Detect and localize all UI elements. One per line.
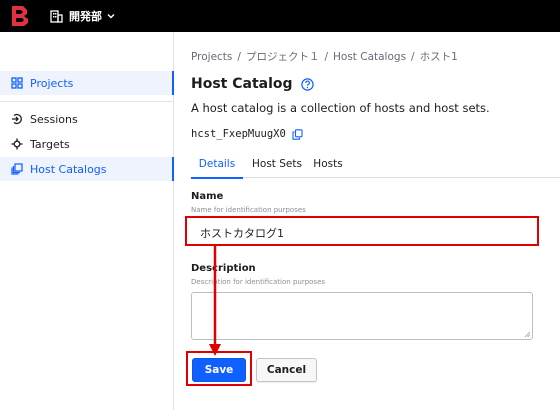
page-title: Host Catalog — [191, 76, 293, 92]
breadcrumb-project[interactable]: プロジェクト１ — [246, 51, 320, 63]
sessions-icon — [10, 113, 23, 126]
annotation-highlight-name — [185, 216, 539, 246]
tab-host-sets[interactable]: Host Sets — [245, 150, 309, 178]
boundary-logo-icon[interactable] — [10, 5, 30, 27]
breadcrumb-projects[interactable]: Projects — [191, 51, 232, 63]
copy-icon[interactable] — [292, 128, 303, 140]
title-row: Host Catalog — [191, 76, 314, 92]
help-icon[interactable] — [300, 77, 314, 91]
tab-details[interactable]: Details — [191, 150, 243, 179]
breadcrumb-current: ホスト1 — [419, 51, 458, 63]
sidebar-item-targets[interactable]: Targets — [0, 132, 173, 156]
breadcrumb-separator: / — [237, 51, 241, 63]
sidebar-item-label: Projects — [30, 76, 74, 90]
name-hint: Name for identification purposes — [191, 206, 306, 214]
tab-label: Details — [198, 158, 236, 170]
breadcrumb: Projects / プロジェクト１ / Host Catalogs / ホスト1 — [191, 49, 458, 64]
resource-id: hcst_FxepMuugX0 — [191, 128, 286, 140]
sidebar-divider — [0, 101, 173, 102]
description-field[interactable] — [191, 292, 533, 340]
chevron-down-icon — [107, 14, 115, 19]
top-bar: 開発部 — [0, 0, 560, 32]
name-label: Name — [191, 191, 224, 202]
stack-icon — [10, 163, 23, 176]
description-label: Description — [191, 263, 256, 274]
breadcrumb-host-catalogs[interactable]: Host Catalogs — [333, 51, 406, 63]
sidebar-item-label: Targets — [30, 137, 70, 151]
page-subtitle: A host catalog is a collection of hosts … — [191, 101, 490, 115]
tab-hosts[interactable]: Hosts — [311, 150, 345, 178]
org-name: 開発部 — [69, 10, 102, 23]
target-icon — [10, 138, 23, 151]
org-switcher[interactable]: 開発部 — [50, 0, 115, 32]
annotation-arrow — [209, 244, 221, 356]
cancel-label: Cancel — [266, 364, 307, 376]
cancel-button[interactable]: Cancel — [256, 358, 317, 382]
resize-grip-icon[interactable] — [524, 331, 530, 337]
sidebar-item-host-catalogs[interactable]: Host Catalogs — [0, 157, 174, 181]
sidebar-item-projects[interactable]: Projects — [0, 71, 174, 95]
breadcrumb-separator: / — [411, 51, 415, 63]
tab-bar: Details Host Sets Hosts — [191, 150, 560, 179]
breadcrumb-separator: / — [324, 51, 328, 63]
sidebar-item-sessions[interactable]: Sessions — [0, 107, 173, 131]
building-icon — [50, 9, 63, 23]
tab-label: Host Sets — [252, 158, 302, 170]
resource-id-row: hcst_FxepMuugX0 — [191, 128, 303, 140]
tab-label: Hosts — [313, 158, 343, 170]
sidebar-item-label: Host Catalogs — [30, 162, 107, 176]
grid-icon — [10, 77, 23, 90]
sidebar-item-label: Sessions — [30, 112, 78, 126]
sidebar: Projects Sessions Targets Host Catalogs — [0, 32, 174, 410]
